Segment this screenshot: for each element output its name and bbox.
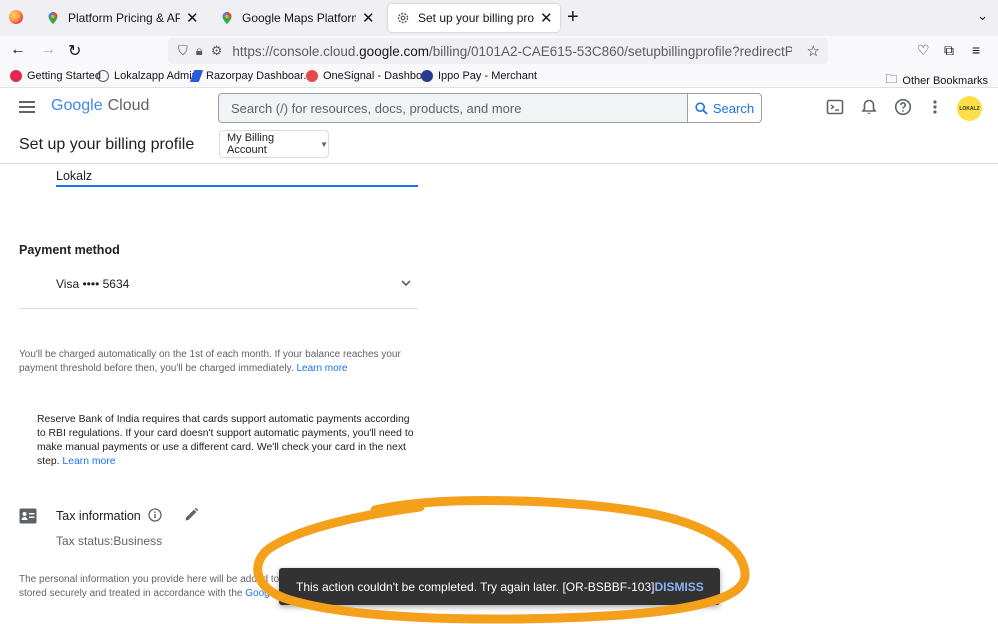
browser-tab-strip: Platform Pricing & API Costs - G ✕ Googl… — [0, 0, 998, 36]
shield-icon[interactable]: ⛉ — [178, 43, 188, 59]
hamburger-menu-icon[interactable] — [19, 101, 35, 113]
page-title-bar: Set up your billing profile My Billing A… — [0, 127, 998, 164]
avatar[interactable]: LOKALZ — [957, 96, 982, 121]
firefox-icon — [10, 70, 22, 82]
ippo-pay-icon — [421, 70, 433, 82]
search-button[interactable]: Search — [687, 94, 761, 122]
tab-title: Platform Pricing & API Costs - G — [68, 11, 180, 25]
browser-nav-bar: ← → ↻ ⛉ 🔒︎ ⚙︎ https://console.cloud.goog… — [0, 36, 998, 66]
google-maps-pin-icon — [48, 12, 58, 24]
tab-title: Google Maps Platform - Locatio — [242, 11, 356, 25]
other-bookmarks[interactable]: 🗀 Other Bookmarks — [885, 70, 988, 91]
snackbar-message: This action couldn't be completed. Try a… — [296, 579, 655, 594]
billing-account-select[interactable]: My Billing Account ▼ — [219, 130, 329, 158]
error-snackbar: This action couldn't be completed. Try a… — [279, 568, 720, 605]
bookmark-onesignal[interactable]: OneSignal - Dashbo... — [306, 70, 431, 82]
browser-tab-billing-profile[interactable]: Set up your billing profile – Billin ✕ — [388, 4, 560, 32]
cloud-shell-terminal-icon[interactable] — [826, 98, 844, 116]
google-cloud-logo[interactable]: Google Cloud — [51, 97, 149, 115]
search-button-label: Search — [712, 100, 755, 116]
tax-status: Tax status:Business — [56, 534, 163, 548]
folder-icon: 🗀 — [885, 72, 898, 86]
dropdown-caret-icon: ▼ — [320, 139, 328, 149]
auto-charge-note: You'll be charged automatically on the 1… — [19, 349, 401, 374]
search-icon — [695, 101, 708, 115]
google-maps-pin-icon — [222, 12, 232, 24]
pocket-icon[interactable]: ♡ — [917, 42, 930, 59]
rbi-learn-more-link[interactable]: Learn more — [62, 456, 115, 467]
tab-close-icon[interactable]: ✕ — [186, 9, 199, 27]
address-bar[interactable]: ⛉ 🔒︎ ⚙︎ https://console.cloud.google.com… — [168, 38, 828, 64]
tab-close-icon[interactable]: ✕ — [540, 9, 553, 27]
billing-account-select-value: My Billing Account — [227, 132, 275, 156]
menu-icon[interactable]: ≡ — [972, 42, 980, 58]
extensions-icon[interactable]: ⧉ — [944, 42, 954, 59]
name-field[interactable]: Lokalz — [56, 165, 418, 187]
permissions-icon[interactable]: ⚙︎ — [211, 43, 223, 59]
billing-profile-form: Lokalz Payment method Visa •••• 5634 You… — [0, 165, 998, 624]
globe-icon — [97, 70, 109, 82]
bookmark-star-icon[interactable]: ☆ — [807, 42, 820, 60]
logo-google-text: Google — [51, 97, 103, 114]
bookmark-lokalzapp-admin[interactable]: Lokalzapp Admin — [97, 70, 198, 82]
search-input[interactable] — [219, 94, 687, 122]
new-tab-plus-icon[interactable]: + — [567, 6, 579, 29]
bookmarks-toolbar: Getting Started Lokalzapp Admin Razorpay… — [0, 66, 998, 88]
browser-tab-pricing[interactable]: Platform Pricing & API Costs - G ✕ — [38, 4, 206, 32]
id-card-icon — [19, 508, 37, 524]
back-arrow-icon[interactable]: ← — [10, 41, 26, 59]
payment-method-title: Payment method — [19, 243, 120, 257]
tax-information-title: Tax information — [56, 509, 141, 523]
rbi-note: Reserve Bank of India requires that card… — [37, 414, 414, 467]
logo-cloud-text: Cloud — [107, 97, 150, 114]
help-icon[interactable] — [894, 98, 912, 116]
razorpay-icon — [189, 70, 204, 82]
bookmark-razorpay[interactable]: Razorpay Dashboar... — [189, 70, 312, 82]
page-title: Set up your billing profile — [19, 136, 195, 153]
payment-method-select[interactable]: Visa •••• 5634 — [19, 263, 418, 309]
card-label: Visa •••• 5634 — [56, 277, 130, 291]
info-icon[interactable] — [148, 508, 162, 522]
edit-pencil-icon[interactable] — [184, 507, 199, 522]
bookmark-getting-started[interactable]: Getting Started — [10, 70, 101, 82]
chevron-down-icon — [401, 280, 411, 287]
chevron-down-icon[interactable]: ⌄ — [977, 8, 988, 24]
search-box: Search — [218, 93, 762, 123]
onesignal-icon — [306, 70, 318, 82]
more-vert-icon[interactable] — [928, 98, 942, 116]
tab-title: Set up your billing profile – Billin — [418, 11, 534, 25]
reload-icon[interactable]: ↻ — [68, 41, 81, 61]
gear-icon — [397, 12, 409, 24]
forward-arrow-icon[interactable]: → — [40, 41, 56, 59]
charge-learn-more-link[interactable]: Learn more — [296, 363, 347, 374]
notifications-bell-icon[interactable] — [860, 98, 878, 116]
lock-icon[interactable]: 🔒︎ — [196, 43, 203, 59]
tab-close-icon[interactable]: ✕ — [362, 9, 375, 27]
url-text[interactable]: https://console.cloud.google.com/billing… — [232, 44, 792, 59]
gcp-header: GoogleCloud Search LOKALZ — [0, 89, 998, 127]
dismiss-button[interactable]: DISMISS — [654, 580, 703, 594]
browser-tab-maps-platform[interactable]: Google Maps Platform - Locatio ✕ — [212, 4, 382, 32]
bookmark-ippo-pay[interactable]: Ippo Pay - Merchant — [421, 70, 537, 82]
firefox-logo-icon[interactable] — [9, 10, 23, 24]
